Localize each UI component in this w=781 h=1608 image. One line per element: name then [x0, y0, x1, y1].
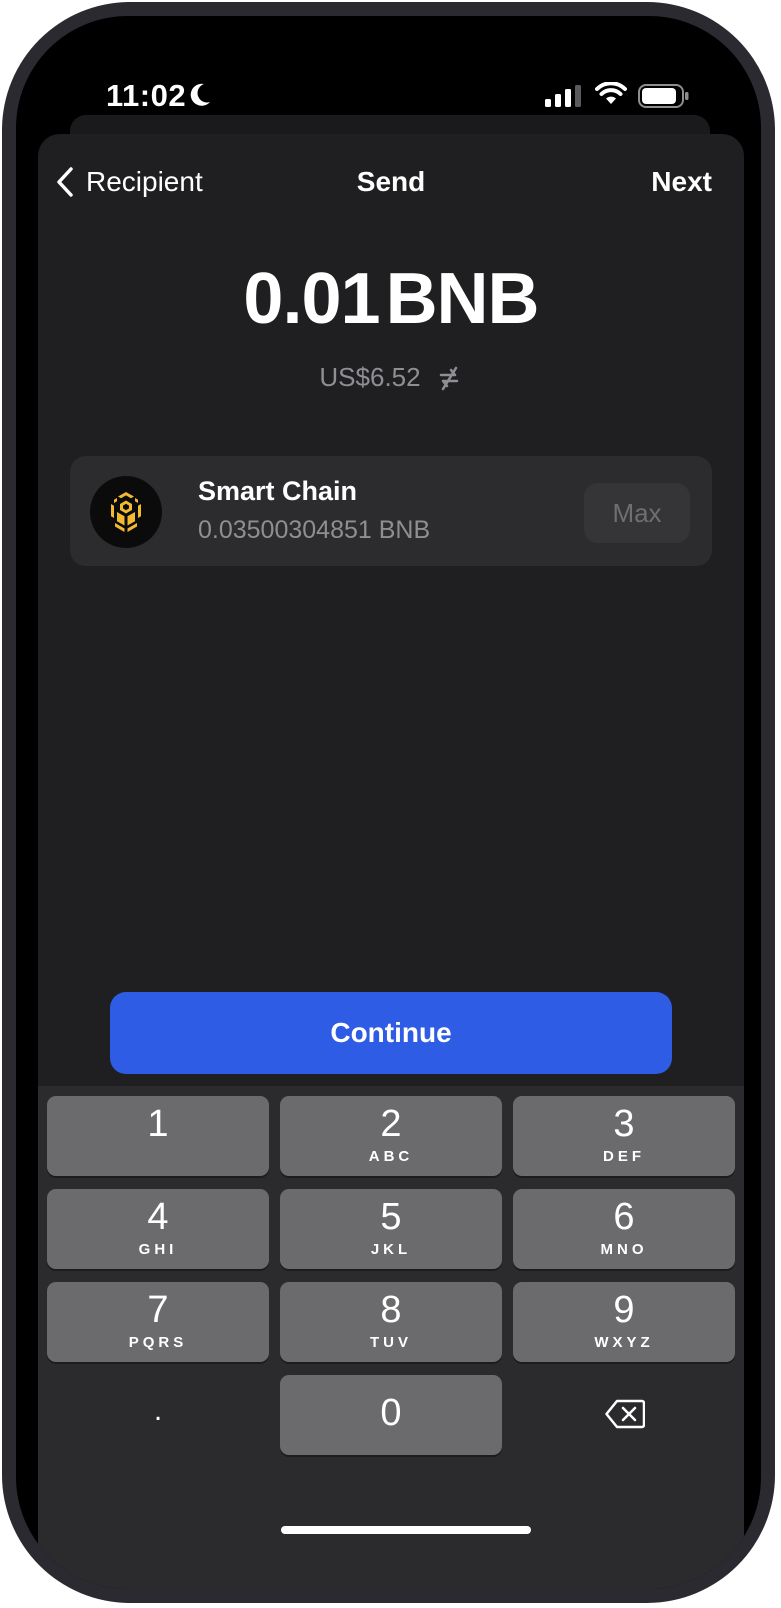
key-letters: GHI: [138, 1241, 178, 1258]
key-2[interactable]: 2 ABC: [280, 1096, 502, 1176]
next-button[interactable]: Next: [651, 162, 712, 202]
key-digit: 1: [147, 1103, 169, 1145]
moon-icon: [190, 83, 210, 106]
amount-display: 0.01BNB: [38, 256, 744, 342]
key-digit: 8: [380, 1289, 402, 1331]
key-letters: MNO: [600, 1241, 648, 1258]
asset-balance: 0.03500304851 BNB: [198, 516, 431, 544]
key-digit: 5: [380, 1196, 402, 1238]
key-letters: WXYZ: [594, 1334, 654, 1351]
asset-card[interactable]: Smart Chain 0.03500304851 BNB Max: [70, 456, 712, 566]
status-time: 11:02: [106, 78, 187, 113]
key-letters: PQRS: [128, 1334, 188, 1351]
key-digit: 6: [613, 1196, 635, 1238]
amount-unit: BNB: [385, 259, 540, 339]
key-digit: 0: [380, 1392, 402, 1434]
key-0[interactable]: 0: [280, 1375, 502, 1455]
key-digit: 7: [147, 1289, 169, 1331]
key-delete[interactable]: [513, 1375, 735, 1455]
continue-button[interactable]: Continue: [110, 992, 672, 1074]
key-9[interactable]: 9 WXYZ: [513, 1282, 735, 1362]
battery-icon: [638, 84, 689, 108]
cellular-signal-icon: [545, 85, 581, 107]
key-3[interactable]: 3 DEF: [513, 1096, 735, 1176]
key-4[interactable]: 4 GHI: [47, 1189, 269, 1269]
key-digit: 3: [613, 1103, 635, 1145]
key-7[interactable]: 7 PQRS: [47, 1282, 269, 1362]
key-digit: 4: [147, 1196, 169, 1238]
key-letters: JKL: [370, 1241, 412, 1258]
bnb-logo-icon: [90, 476, 162, 548]
key-letters: ABC: [368, 1148, 414, 1165]
key-decimal[interactable]: .: [47, 1375, 269, 1455]
numeric-keypad: 1 2 ABC 3 DEF 4 GHI 5 JKL 6 MNO 7 PQRS 8…: [38, 1086, 744, 1589]
fiat-amount-row: US$6.52: [38, 362, 744, 393]
key-letters: TUV: [370, 1334, 412, 1351]
amount-value: 0.01: [243, 259, 380, 339]
key-8[interactable]: 8 TUV: [280, 1282, 502, 1362]
key-5[interactable]: 5 JKL: [280, 1189, 502, 1269]
key-1[interactable]: 1: [47, 1096, 269, 1176]
phone-device: 11:02 Recipient Send Next 0.01BNB US$6.5…: [0, 0, 781, 1608]
max-button[interactable]: Max: [584, 483, 690, 543]
home-indicator[interactable]: [281, 1526, 531, 1534]
bnb-logo-mark: [111, 492, 141, 532]
key-digit: 2: [380, 1103, 402, 1145]
asset-name: Smart Chain: [198, 476, 358, 506]
send-sheet: Recipient Send Next 0.01BNB US$6.52 Smar…: [38, 134, 744, 1589]
phone-screen: 11:02 Recipient Send Next 0.01BNB US$6.5…: [16, 16, 761, 1589]
key-digit: .: [153, 1394, 163, 1427]
wifi-icon: [595, 82, 627, 104]
key-digit: 9: [613, 1289, 635, 1331]
key-letters: DEF: [603, 1148, 645, 1165]
swap-currency-icon[interactable]: [435, 364, 463, 392]
backspace-icon: [605, 1399, 645, 1429]
key-6[interactable]: 6 MNO: [513, 1189, 735, 1269]
page-title: Send: [356, 166, 426, 197]
fiat-amount: US$6.52: [319, 362, 421, 392]
